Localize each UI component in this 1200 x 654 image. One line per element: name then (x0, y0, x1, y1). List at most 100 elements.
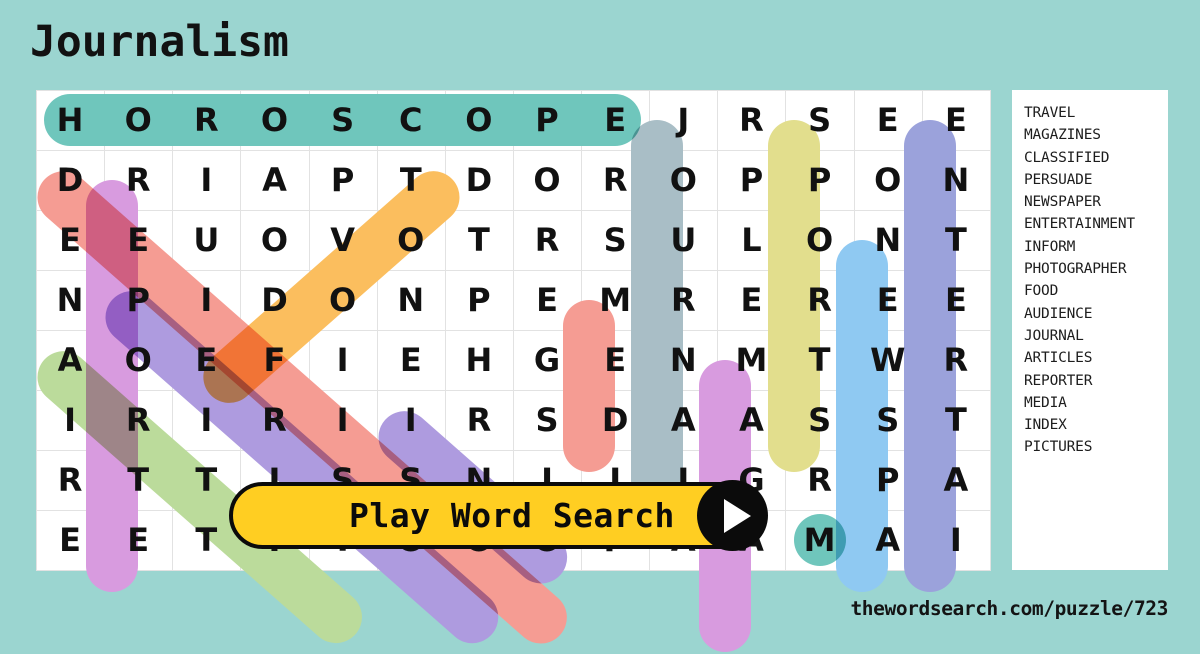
grid-cell[interactable] (649, 330, 719, 391)
grid-cell[interactable] (785, 150, 855, 211)
grid-cell[interactable] (512, 150, 583, 211)
grid-cell[interactable] (444, 150, 514, 211)
grid-cell[interactable] (785, 270, 855, 331)
grid-cell[interactable] (580, 330, 651, 391)
grid-cell[interactable] (308, 270, 378, 331)
grid-cell[interactable] (308, 210, 378, 271)
grid-cell[interactable] (444, 210, 514, 271)
grid-cell[interactable] (104, 270, 174, 331)
word-list-item[interactable]: CLASSIFIED (1024, 147, 1168, 169)
word-list-item[interactable]: INFORM (1024, 236, 1168, 258)
grid-cell[interactable] (717, 390, 787, 451)
grid-cell[interactable] (785, 390, 855, 451)
grid-cell[interactable] (376, 210, 446, 271)
grid-cell[interactable] (580, 90, 651, 151)
grid-cell[interactable] (104, 510, 174, 571)
grid-cell[interactable] (376, 330, 446, 391)
grid-cell[interactable] (240, 90, 310, 151)
grid-cell[interactable] (785, 450, 855, 511)
grid-cell[interactable] (921, 210, 991, 271)
grid-cell[interactable] (921, 330, 991, 391)
grid-cell[interactable] (35, 270, 106, 331)
grid-cell[interactable] (240, 210, 310, 271)
play-word-search-button[interactable]: Play Word Search (229, 480, 768, 551)
grid-cell[interactable] (240, 330, 310, 391)
grid-cell[interactable] (921, 270, 991, 331)
grid-cell[interactable] (512, 330, 583, 391)
grid-cell[interactable] (104, 390, 174, 451)
grid-cell[interactable] (853, 330, 923, 391)
grid-cell[interactable] (240, 390, 310, 451)
grid-cell[interactable] (512, 390, 583, 451)
grid-cell[interactable] (853, 270, 923, 331)
grid-cell[interactable] (104, 90, 174, 151)
grid-cell[interactable] (853, 150, 923, 211)
grid-cell[interactable] (649, 150, 719, 211)
word-list-item[interactable]: MAGAZINES (1024, 124, 1168, 146)
word-list-item[interactable]: JOURNAL (1024, 325, 1168, 347)
grid-cell[interactable] (649, 90, 719, 151)
word-list-item[interactable]: FOOD (1024, 280, 1168, 302)
grid-cell[interactable] (104, 210, 174, 271)
grid-cell[interactable] (717, 150, 787, 211)
word-list-item[interactable]: PHOTOGRAPHER (1024, 258, 1168, 280)
word-list-item[interactable]: REPORTER (1024, 370, 1168, 392)
word-list-item[interactable]: PERSUADE (1024, 169, 1168, 191)
grid-cell[interactable] (308, 90, 378, 151)
grid-cell[interactable] (785, 90, 855, 151)
grid-cell[interactable] (172, 390, 242, 451)
grid-cell[interactable] (512, 210, 583, 271)
grid-cell[interactable] (104, 450, 174, 511)
grid-cell[interactable] (35, 90, 106, 151)
grid-cell[interactable] (921, 150, 991, 211)
grid-cell[interactable] (580, 270, 651, 331)
grid-cell[interactable] (376, 270, 446, 331)
grid-cell[interactable] (172, 270, 242, 331)
grid-cell[interactable] (308, 330, 378, 391)
play-triangle-icon[interactable] (697, 480, 768, 551)
word-list-item[interactable]: NEWSPAPER (1024, 191, 1168, 213)
grid-cell[interactable] (649, 210, 719, 271)
grid-cell[interactable] (921, 450, 991, 511)
grid-cell[interactable] (308, 150, 378, 211)
grid-cell[interactable] (717, 90, 787, 151)
grid-cell[interactable] (921, 510, 991, 571)
word-list-item[interactable]: PICTURES (1024, 436, 1168, 458)
grid-cell[interactable] (580, 210, 651, 271)
grid-cell[interactable] (172, 90, 242, 151)
grid-cell[interactable] (853, 450, 923, 511)
grid-cell[interactable] (580, 390, 651, 451)
grid-cell[interactable] (785, 330, 855, 391)
grid-cell[interactable] (717, 330, 787, 391)
grid-cell[interactable] (376, 90, 446, 151)
grid-cell[interactable] (853, 390, 923, 451)
grid-cell[interactable] (580, 150, 651, 211)
grid-cell[interactable] (785, 210, 855, 271)
grid-cell[interactable] (308, 390, 378, 451)
grid-cell[interactable] (35, 390, 106, 451)
word-list-item[interactable]: ARTICLES (1024, 347, 1168, 369)
grid-cell[interactable] (35, 450, 106, 511)
grid-cell[interactable] (35, 150, 106, 211)
grid-cell[interactable] (35, 330, 106, 391)
word-list-item[interactable]: INDEX (1024, 414, 1168, 436)
grid-cell[interactable] (172, 330, 242, 391)
grid-cell[interactable] (717, 210, 787, 271)
grid-cell[interactable] (717, 270, 787, 331)
grid-cell[interactable] (853, 510, 923, 571)
word-list-item[interactable]: AUDIENCE (1024, 303, 1168, 325)
grid-cell[interactable] (444, 270, 514, 331)
grid-cell[interactable] (785, 510, 855, 571)
word-list-item[interactable]: TRAVEL (1024, 102, 1168, 124)
grid-cell[interactable] (444, 90, 514, 151)
grid-cell[interactable] (240, 150, 310, 211)
grid-cell[interactable] (35, 510, 106, 571)
word-list-item[interactable]: MEDIA (1024, 392, 1168, 414)
grid-cell[interactable] (376, 390, 446, 451)
grid-cell[interactable] (240, 270, 310, 331)
grid-cell[interactable] (853, 210, 923, 271)
grid-cell[interactable] (104, 330, 174, 391)
grid-cell[interactable] (172, 210, 242, 271)
grid-cell[interactable] (512, 90, 583, 151)
grid-cell[interactable] (35, 210, 106, 271)
